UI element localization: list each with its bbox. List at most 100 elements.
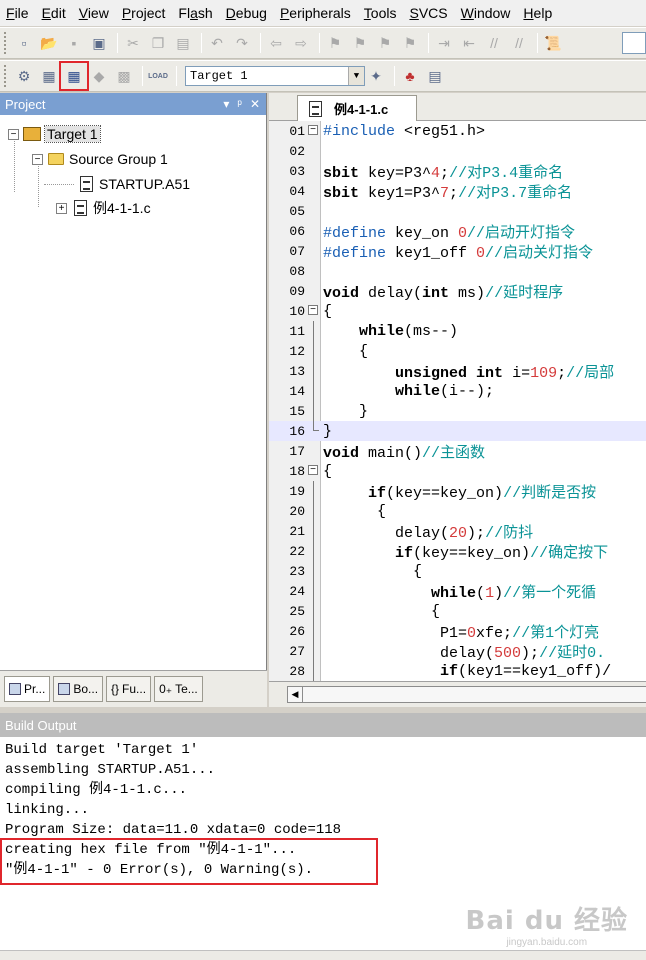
horizontal-scrollbar[interactable]: ◀ bbox=[269, 681, 646, 707]
download-icon[interactable]: LOAD bbox=[147, 65, 169, 87]
cut-icon[interactable]: ✂ bbox=[122, 32, 144, 54]
code-line[interactable]: 06 #define key_on 0//启动开灯指令 bbox=[269, 221, 646, 242]
bookmark-next-icon[interactable]: ⚑ bbox=[374, 32, 396, 54]
code-line[interactable]: 01− #include <reg51.h> bbox=[269, 121, 646, 141]
navigate-back-icon[interactable]: ⇦ bbox=[265, 32, 287, 54]
menu-debug[interactable]: Debug bbox=[226, 5, 267, 21]
menu-tools[interactable]: Tools bbox=[364, 5, 397, 21]
uncomment-icon[interactable]: // bbox=[508, 32, 530, 54]
code-line[interactable]: 15 } bbox=[269, 401, 646, 421]
open-file-icon[interactable]: 📂 bbox=[38, 32, 60, 54]
code-line[interactable]: 16} bbox=[269, 421, 646, 441]
collapse-icon[interactable]: − bbox=[8, 128, 19, 140]
bookmark-insert-icon[interactable]: ⚑ bbox=[324, 32, 346, 54]
tab-project[interactable]: Pr... bbox=[4, 676, 51, 702]
code-line[interactable]: 11 while(ms--) bbox=[269, 321, 646, 341]
navigate-forward-icon[interactable]: ⇨ bbox=[290, 32, 312, 54]
panel-dropdown-icon[interactable]: ▾ bbox=[223, 97, 229, 111]
code-line[interactable]: 03 sbit key=P3^4;//对P3.4重命名 bbox=[269, 161, 646, 182]
code-line[interactable]: 23 { bbox=[269, 561, 646, 581]
code-line[interactable]: 09 void delay(int ms)//延时程序 bbox=[269, 281, 646, 302]
menu-file[interactable]: File bbox=[6, 5, 29, 21]
code-line[interactable]: 25 { bbox=[269, 601, 646, 621]
line-number: 03 bbox=[289, 163, 305, 179]
code-line[interactable]: 05 bbox=[269, 201, 646, 221]
target-options-icon[interactable]: ✦ bbox=[365, 65, 387, 87]
code-line[interactable]: 28 if(key1==key1_off)/ bbox=[269, 661, 646, 681]
indent-icon[interactable]: ⇥ bbox=[433, 32, 455, 54]
menu-edit[interactable]: Edit bbox=[42, 5, 66, 21]
menu-svcs[interactable]: SVCS bbox=[409, 5, 447, 21]
find-in-files-icon[interactable]: 📜 bbox=[542, 32, 564, 54]
fold-toggle-icon[interactable]: − bbox=[307, 461, 319, 481]
code-line[interactable]: 22 if(key==key_on)//确定按下 bbox=[269, 541, 646, 562]
tree-source-group[interactable]: − Source Group 1 bbox=[32, 148, 168, 170]
code-line[interactable]: 21 delay(20);//防抖 bbox=[269, 521, 646, 542]
translate-icon[interactable]: ⚙ bbox=[13, 65, 35, 87]
tree-file-startup[interactable]: STARTUP.A51 bbox=[77, 173, 190, 195]
menu-help[interactable]: Help bbox=[523, 5, 552, 21]
target-select[interactable]: Target 1 ▼ bbox=[185, 66, 365, 86]
code-line[interactable]: 20 { bbox=[269, 501, 646, 521]
tab-templates[interactable]: 0₊ Te... bbox=[154, 676, 203, 702]
build-output-scrollbar[interactable] bbox=[0, 950, 646, 960]
bookmark-clear-icon[interactable]: ⚑ bbox=[399, 32, 421, 54]
toolbar-grip[interactable] bbox=[4, 65, 8, 87]
fold-toggle-icon[interactable]: − bbox=[307, 301, 319, 321]
code-line[interactable]: 04 sbit key1=P3^7;//对P3.7重命名 bbox=[269, 181, 646, 202]
scroll-left-icon[interactable]: ◀ bbox=[287, 686, 303, 703]
code-line[interactable]: 27 delay(500);//延时0. bbox=[269, 641, 646, 662]
tab-source-file[interactable]: 例4-1-1.c bbox=[297, 95, 417, 121]
collapse-icon[interactable]: − bbox=[32, 153, 43, 165]
expand-icon[interactable]: + bbox=[56, 202, 67, 214]
code-line[interactable]: 12 { bbox=[269, 341, 646, 361]
select-packs-icon[interactable]: ▤ bbox=[424, 65, 446, 87]
code-area[interactable]: 01− #include <reg51.h> 02 03 sbit key=P3^4;/… bbox=[269, 121, 646, 681]
save-all-icon[interactable]: ▣ bbox=[88, 32, 110, 54]
code-line[interactable]: 19 if(key==key_on)//判断是否按 bbox=[269, 481, 646, 502]
menu-peripherals[interactable]: Peripherals bbox=[280, 5, 351, 21]
tab-books[interactable]: Bo... bbox=[53, 676, 104, 702]
copy-icon[interactable]: ❐ bbox=[147, 32, 169, 54]
code-line[interactable]: 26 P1=0xfe;//第1个灯亮 bbox=[269, 621, 646, 642]
tab-label: Pr... bbox=[24, 682, 46, 696]
save-icon[interactable]: ▪ bbox=[63, 32, 85, 54]
line-number: 08 bbox=[289, 263, 305, 279]
redo-icon[interactable]: ↷ bbox=[231, 32, 253, 54]
pin-icon[interactable]: ᵖ bbox=[237, 97, 242, 111]
chevron-down-icon[interactable]: ▼ bbox=[348, 67, 364, 85]
menu-project[interactable]: Project bbox=[122, 5, 166, 21]
find-input[interactable] bbox=[622, 32, 646, 54]
code-line[interactable]: 14 while(i--); bbox=[269, 381, 646, 401]
tree-target[interactable]: − Target 1 bbox=[8, 123, 101, 145]
manage-components-icon[interactable]: ♣ bbox=[399, 65, 421, 87]
unindent-icon[interactable]: ⇤ bbox=[458, 32, 480, 54]
tab-functions[interactable]: {} Fu... bbox=[106, 676, 152, 702]
toolbar-grip[interactable] bbox=[4, 32, 8, 54]
code-line[interactable]: 07 #define key1_off 0//启动关灯指令 bbox=[269, 241, 646, 262]
comment-icon[interactable]: // bbox=[483, 32, 505, 54]
close-icon[interactable]: ✕ bbox=[250, 97, 260, 111]
stop-build-icon[interactable]: ▩ bbox=[113, 65, 135, 87]
code-line[interactable]: 13 unsigned int i=109;//局部 bbox=[269, 361, 646, 382]
menu-flash[interactable]: Flash bbox=[178, 5, 212, 21]
code-line[interactable]: 08 bbox=[269, 261, 646, 281]
code-line[interactable]: 18−{ bbox=[269, 461, 646, 481]
build-icon[interactable]: ▦ bbox=[38, 65, 60, 87]
code-line[interactable]: 02 bbox=[269, 141, 646, 161]
code-line[interactable]: 17 void main()//主函数 bbox=[269, 441, 646, 462]
project-panel-title: Project bbox=[5, 96, 46, 112]
menu-view[interactable]: View bbox=[79, 5, 109, 21]
fold-toggle-icon[interactable]: − bbox=[307, 121, 319, 141]
new-file-icon[interactable]: ▫ bbox=[13, 32, 35, 54]
rebuild-icon[interactable]: ▦ bbox=[59, 61, 89, 91]
paste-icon[interactable]: ▤ bbox=[172, 32, 194, 54]
scroll-track[interactable] bbox=[303, 686, 646, 703]
undo-icon[interactable]: ↶ bbox=[206, 32, 228, 54]
code-line[interactable]: 10−{ bbox=[269, 301, 646, 321]
tree-file-main[interactable]: + 例4-1-1.c bbox=[56, 197, 151, 219]
batch-build-icon[interactable]: ◆ bbox=[88, 65, 110, 87]
code-line[interactable]: 24 while(1)//第一个死循 bbox=[269, 581, 646, 602]
bookmark-prev-icon[interactable]: ⚑ bbox=[349, 32, 371, 54]
menu-window[interactable]: Window bbox=[461, 5, 511, 21]
